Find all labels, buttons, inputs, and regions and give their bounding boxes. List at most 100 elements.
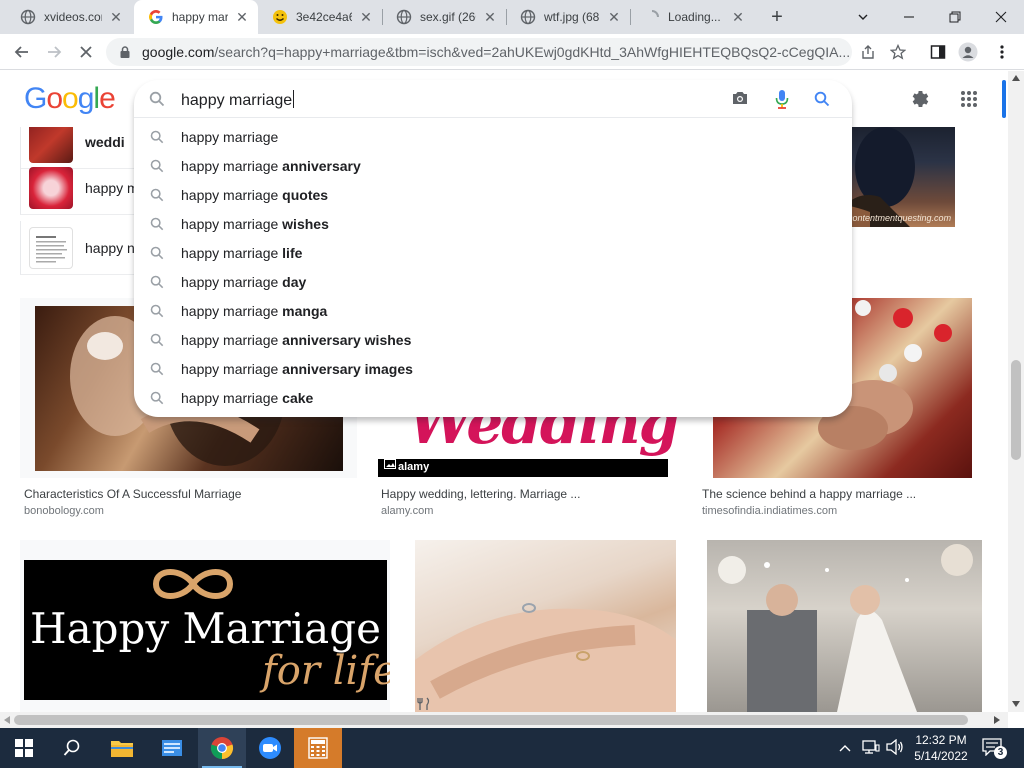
- search-icon: [149, 129, 165, 145]
- minimize-button[interactable]: [886, 0, 932, 34]
- address-bar[interactable]: google.com/search?q=happy+marriage&tbm=i…: [106, 38, 852, 66]
- taskbar-file-explorer[interactable]: [98, 728, 146, 768]
- tab-sex-gif[interactable]: sex.gif (260 ✕: [382, 0, 506, 34]
- taskbar-clock[interactable]: 12:32 PM 5/14/2022: [910, 732, 972, 764]
- suggestion-item[interactable]: happy marriage quotes: [134, 180, 852, 209]
- network-button[interactable]: [862, 739, 880, 760]
- suggestion-text: happy marriage manga: [181, 303, 327, 319]
- search-box[interactable]: happy marriage: [134, 80, 852, 118]
- back-button[interactable]: [10, 40, 34, 64]
- new-tab-button[interactable]: +: [766, 6, 788, 28]
- scroll-right-arrow-icon[interactable]: [994, 716, 1000, 724]
- happy-marriage-heading: Happy Marriage: [30, 604, 381, 653]
- for-life-text: for life: [262, 648, 390, 694]
- voice-search-button[interactable]: [775, 89, 791, 109]
- suggestion-prefix: happy marriage: [181, 128, 279, 145]
- side-panel-button[interactable]: [928, 42, 948, 62]
- suggestion-item[interactable]: happy marriage anniversary wishes: [134, 325, 852, 354]
- browser-menu-button[interactable]: [992, 42, 1012, 62]
- speaker-icon: [886, 738, 903, 756]
- taskbar-calculator[interactable]: [294, 728, 342, 768]
- search-icon: [149, 332, 165, 348]
- suggestion-item[interactable]: happy marriage anniversary: [134, 151, 852, 180]
- bookmark-star-button[interactable]: [888, 42, 908, 62]
- suggestion-item[interactable]: happy marriage: [134, 122, 852, 151]
- suggestion-item[interactable]: happy marriage life: [134, 238, 852, 267]
- google-logo[interactable]: Google: [24, 82, 116, 116]
- search-by-image-button[interactable]: [731, 90, 751, 108]
- suggestion-item[interactable]: happy marriage anniversary images: [134, 354, 852, 383]
- close-tab-icon[interactable]: ✕: [730, 9, 746, 25]
- result-caption[interactable]: Characteristics Of A Successful Marriage: [24, 487, 241, 501]
- search-icon: [149, 303, 165, 319]
- result-source[interactable]: alamy.com: [381, 505, 433, 517]
- suggestion-item[interactable]: happy marriage manga: [134, 296, 852, 325]
- tab-search-button[interactable]: [840, 0, 886, 34]
- stop-loading-button[interactable]: [74, 40, 98, 64]
- tab-title: sex.gif (260: [420, 10, 476, 24]
- suggestion-text: happy marriage cake: [181, 390, 313, 406]
- tab-loading[interactable]: Loading... ✕: [630, 0, 754, 34]
- tab-google-search[interactable]: happy marr ✕: [134, 0, 258, 34]
- vertical-scrollbar[interactable]: [1008, 71, 1024, 712]
- scroll-down-arrow-icon[interactable]: [1012, 701, 1020, 707]
- scroll-left-arrow-icon[interactable]: [4, 716, 10, 724]
- taskbar-zoom[interactable]: [246, 728, 294, 768]
- taskbar-app-notepad[interactable]: [148, 728, 196, 768]
- start-button[interactable]: [0, 728, 48, 768]
- windows-taskbar: 12:32 PM 5/14/2022 3: [0, 728, 1024, 768]
- horizontal-scrollbar[interactable]: [0, 712, 1008, 728]
- suggestion-item[interactable]: happy marriage wishes: [134, 209, 852, 238]
- result-card-2[interactable]: Wedding alamy: [378, 417, 678, 477]
- volume-button[interactable]: [886, 738, 904, 760]
- restore-button[interactable]: [932, 0, 978, 34]
- result-image-hands-rings[interactable]: [415, 540, 676, 712]
- result-image-couple-celebration[interactable]: [707, 540, 982, 712]
- sign-in-button-edge[interactable]: [1002, 80, 1006, 118]
- image-watermark: contentmentquesting.com: [848, 213, 952, 223]
- close-tab-icon[interactable]: ✕: [234, 9, 250, 25]
- taskbar-chrome[interactable]: [198, 728, 246, 768]
- close-tab-icon[interactable]: ✕: [358, 9, 374, 25]
- horizontal-scroll-thumb[interactable]: [14, 715, 968, 725]
- star-icon: [890, 44, 906, 60]
- result-card-4[interactable]: Happy Marriage for life: [20, 540, 390, 712]
- tab-wtf-jpg[interactable]: wtf.jpg (68 ✕: [506, 0, 630, 34]
- alamy-strip: alamy: [378, 459, 668, 477]
- tab-3e42[interactable]: 3e42ce4a6 ✕: [258, 0, 382, 34]
- result-caption[interactable]: Happy wedding, lettering. Marriage ...: [381, 487, 580, 501]
- suggestion-prefix: happy marriage: [181, 360, 283, 377]
- result-source[interactable]: bonobology.com: [24, 505, 104, 517]
- close-window-button[interactable]: [978, 0, 1024, 34]
- vertical-scroll-thumb[interactable]: [1011, 360, 1021, 460]
- suggestion-text: happy marriage quotes: [181, 187, 328, 203]
- suggestion-item[interactable]: happy marriage day: [134, 267, 852, 296]
- gear-icon: [912, 91, 929, 107]
- suggestion-text: happy marriage: [181, 129, 278, 145]
- show-hidden-icons-button[interactable]: [839, 740, 851, 758]
- share-button[interactable]: [858, 42, 878, 62]
- close-tab-icon[interactable]: ✕: [108, 9, 124, 25]
- suggestion-item[interactable]: happy marriage cake: [134, 383, 852, 412]
- suggestion-text: happy marriage day: [181, 274, 306, 290]
- scroll-up-arrow-icon[interactable]: [1012, 75, 1020, 81]
- close-tab-icon[interactable]: ✕: [606, 9, 622, 25]
- tab-xvideos[interactable]: xvideos.com ✕: [6, 0, 132, 34]
- related-thumbnail: [29, 226, 73, 269]
- search-submit-button[interactable]: [814, 91, 832, 109]
- side-panel-icon: [930, 45, 946, 59]
- result-caption[interactable]: The science behind a happy marriage ...: [702, 487, 916, 501]
- settings-button[interactable]: [907, 87, 931, 111]
- forward-button[interactable]: [42, 40, 66, 64]
- notification-count-badge: 3: [994, 746, 1007, 759]
- google-apps-button[interactable]: [957, 87, 981, 111]
- close-tab-icon[interactable]: ✕: [482, 9, 498, 25]
- search-input[interactable]: happy marriage: [181, 90, 295, 110]
- profile-button[interactable]: [958, 42, 978, 62]
- text-caret: [293, 90, 295, 108]
- suggestion-text: happy marriage wishes: [181, 216, 329, 232]
- taskbar-search-button[interactable]: [48, 728, 96, 768]
- tab-title: happy marr: [172, 10, 228, 24]
- result-source[interactable]: timesofindia.indiatimes.com: [702, 505, 837, 517]
- action-center-button[interactable]: 3: [982, 738, 1007, 760]
